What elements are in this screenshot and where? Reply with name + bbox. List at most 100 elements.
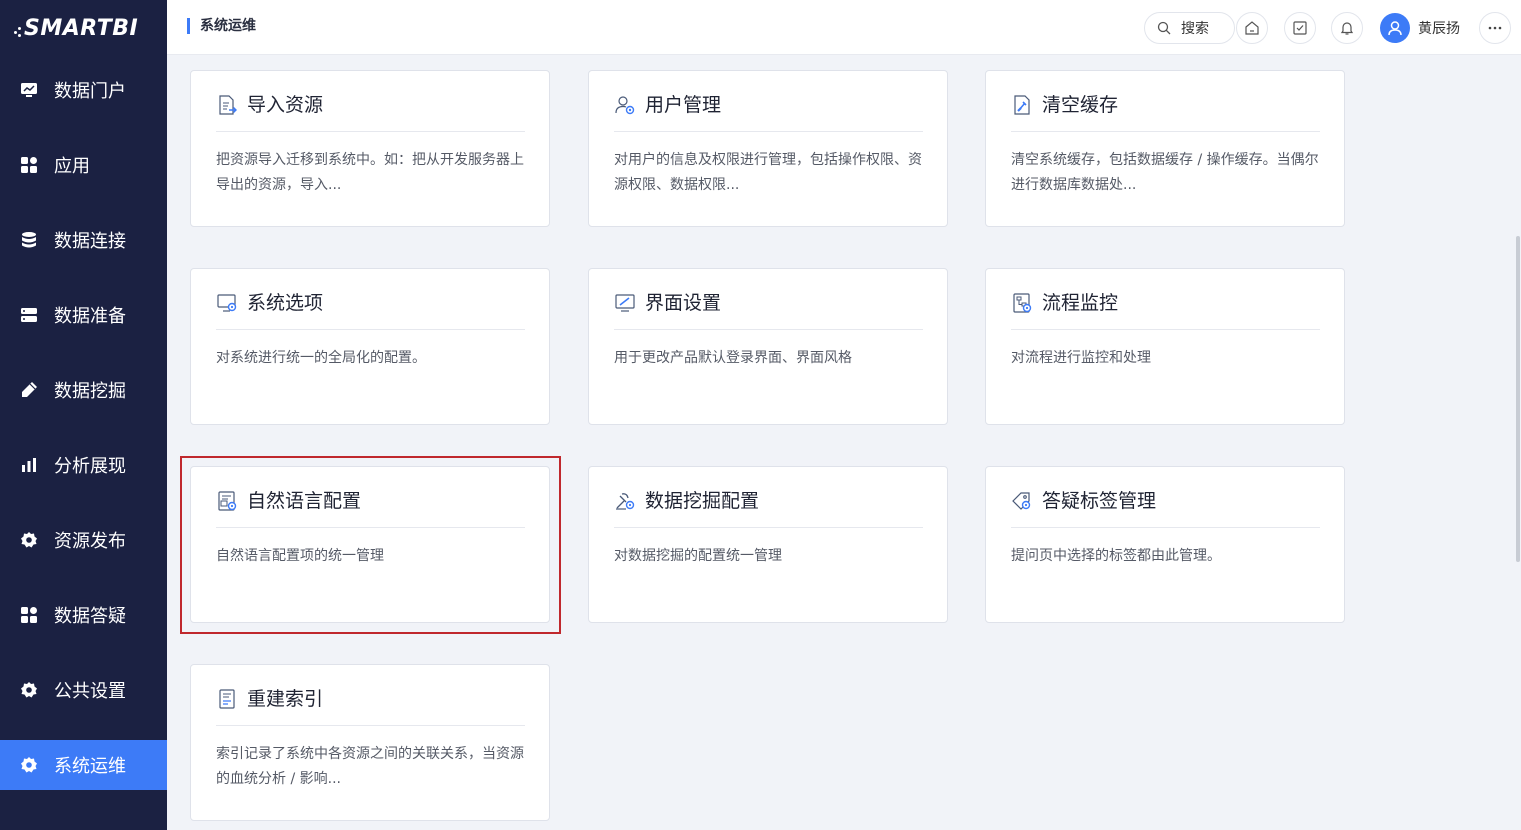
card-user-management[interactable]: 用户管理 对用户的信息及权限进行管理，包括操作权限、资源权限、数据权限... — [588, 70, 948, 227]
sidebar-item-label: 系统运维 — [54, 756, 126, 777]
sidebar-item-label: 资源发布 — [54, 531, 126, 552]
search-label: 搜索 — [1181, 21, 1209, 37]
card-tag-management[interactable]: 答疑标签管理 提问页中选择的标签都由此管理。 — [985, 466, 1345, 623]
sidebar-item-data-qa[interactable]: 数据答疑 — [0, 590, 167, 640]
tag-manage-icon — [1011, 490, 1033, 512]
checklist-icon — [1293, 21, 1307, 35]
system-options-icon — [216, 292, 238, 314]
card-nlp-config[interactable]: 自然语言配置 自然语言配置项的统一管理 — [190, 466, 550, 623]
sidebar-item-resource-publish[interactable]: 资源发布 — [0, 515, 167, 565]
pen-icon — [20, 381, 38, 399]
sidebar-item-system-ops[interactable]: 系统运维 — [0, 740, 167, 790]
vertical-scrollbar[interactable] — [1516, 236, 1520, 562]
smartbi-logo[interactable]: SMARTBI — [0, 0, 167, 56]
user-name: 黄辰扬 — [1418, 21, 1460, 37]
card-title: 流程监控 — [1042, 292, 1119, 314]
card-header: 自然语言配置 — [216, 489, 525, 528]
bell-icon — [1340, 22, 1354, 35]
card-header: 数据挖掘配置 — [614, 489, 923, 528]
more-icon — [1488, 26, 1502, 30]
home-icon — [1245, 21, 1259, 35]
card-title: 自然语言配置 — [247, 490, 362, 512]
sidebar-nav: 数据门户 应用 数据连接 数据准备 数据挖掘 分析展现 资源发布 数据答疑 公共… — [0, 65, 167, 815]
card-title: 系统选项 — [247, 292, 324, 314]
nlp-config-icon — [216, 490, 238, 512]
grid-icon — [20, 606, 38, 624]
card-description: 对用户的信息及权限进行管理，包括操作权限、资源权限、数据权限... — [614, 152, 922, 193]
monitor-icon — [20, 81, 38, 99]
logo-dots — [14, 25, 22, 39]
sidebar-item-label: 数据答疑 — [54, 606, 126, 627]
card-description: 自然语言配置项的统一管理 — [216, 548, 384, 564]
card-flow-monitor[interactable]: 流程监控 对流程进行监控和处理 — [985, 268, 1345, 425]
sidebar-item-data-mining[interactable]: 数据挖掘 — [0, 365, 167, 415]
home-button[interactable] — [1236, 12, 1268, 44]
card-header: 系统选项 — [216, 291, 525, 330]
card-title: 重建索引 — [247, 688, 324, 710]
card-header: 界面设置 — [614, 291, 923, 330]
gear-icon — [20, 756, 38, 774]
interface-settings-icon — [614, 292, 636, 314]
sidebar-item-label: 数据准备 — [54, 306, 126, 327]
sidebar-item-analysis[interactable]: 分析展现 — [0, 440, 167, 490]
sidebar-item-data-portal[interactable]: 数据门户 — [0, 65, 167, 115]
card-description: 对数据挖掘的配置统一管理 — [614, 548, 782, 564]
sidebar-item-label: 分析展现 — [54, 456, 126, 477]
card-description: 把资源导入迁移到系统中。如：把从开发服务器上导出的资源，导入... — [216, 152, 524, 193]
card-system-options[interactable]: 系统选项 对系统进行统一的全局化的配置。 — [190, 268, 550, 425]
page-title: 系统运维 — [187, 18, 256, 34]
card-header: 用户管理 — [614, 93, 923, 132]
card-description: 对系统进行统一的全局化的配置。 — [216, 350, 426, 366]
card-title: 用户管理 — [645, 94, 722, 116]
user-settings-icon — [614, 94, 636, 116]
gear-icon — [20, 681, 38, 699]
more-button[interactable] — [1479, 12, 1511, 44]
gear-icon — [20, 531, 38, 549]
card-mining-config[interactable]: 数据挖掘配置 对数据挖掘的配置统一管理 — [588, 466, 948, 623]
card-title: 数据挖掘配置 — [645, 490, 760, 512]
notifications-button[interactable] — [1331, 12, 1363, 44]
card-description: 用于更改产品默认登录界面、界面风格 — [614, 350, 852, 366]
sidebar: SMARTBI 数据门户 应用 数据连接 数据准备 数据挖掘 分析展现 资源发布… — [0, 0, 167, 830]
sidebar-item-data-prep[interactable]: 数据准备 — [0, 290, 167, 340]
sidebar-item-apps[interactable]: 应用 — [0, 140, 167, 190]
import-icon — [216, 94, 238, 116]
sidebar-item-data-connection[interactable]: 数据连接 — [0, 215, 167, 265]
sidebar-item-label: 应用 — [54, 156, 90, 177]
card-title: 导入资源 — [247, 94, 324, 116]
sidebar-item-public-settings[interactable]: 公共设置 — [0, 665, 167, 715]
tasks-button[interactable] — [1284, 12, 1316, 44]
avatar — [1380, 13, 1410, 43]
card-title: 界面设置 — [645, 292, 722, 314]
card-title: 清空缓存 — [1042, 94, 1119, 116]
card-import-resource[interactable]: 导入资源 把资源导入迁移到系统中。如：把从开发服务器上导出的资源，导入... — [190, 70, 550, 227]
card-header: 清空缓存 — [1011, 93, 1320, 132]
rebuild-index-icon — [216, 688, 238, 710]
search-icon — [1157, 21, 1171, 35]
card-interface-settings[interactable]: 界面设置 用于更改产品默认登录界面、界面风格 — [588, 268, 948, 425]
sidebar-item-label: 数据挖掘 — [54, 381, 126, 402]
sidebar-item-label: 数据连接 — [54, 231, 126, 252]
card-header: 重建索引 — [216, 687, 525, 726]
database-icon — [20, 231, 38, 249]
grid-icon — [20, 156, 38, 174]
card-description: 清空系统缓存，包括数据缓存 / 操作缓存。当偶尔进行数据库数据处... — [1011, 152, 1319, 193]
card-description: 对流程进行监控和处理 — [1011, 350, 1151, 366]
flow-monitor-icon — [1011, 292, 1033, 314]
mining-config-icon — [614, 490, 636, 512]
sidebar-item-label: 数据门户 — [54, 81, 126, 102]
top-header: 系统运维 搜索 黄辰扬 — [167, 0, 1521, 55]
search-button[interactable]: 搜索 — [1144, 12, 1235, 44]
card-description: 索引记录了系统中各资源之间的关联关系，当资源的血统分析 / 影响... — [216, 746, 524, 787]
user-icon — [1388, 21, 1402, 36]
user-menu[interactable]: 黄辰扬 — [1380, 12, 1460, 44]
sidebar-item-label: 公共设置 — [54, 681, 126, 702]
card-clear-cache[interactable]: 清空缓存 清空系统缓存，包括数据缓存 / 操作缓存。当偶尔进行数据库数据处... — [985, 70, 1345, 227]
card-header: 导入资源 — [216, 93, 525, 132]
bar-chart-icon — [20, 456, 38, 474]
card-title: 答疑标签管理 — [1042, 490, 1157, 512]
card-header: 流程监控 — [1011, 291, 1320, 330]
clear-cache-icon — [1011, 94, 1033, 116]
card-header: 答疑标签管理 — [1011, 489, 1320, 528]
card-rebuild-index[interactable]: 重建索引 索引记录了系统中各资源之间的关联关系，当资源的血统分析 / 影响... — [190, 664, 550, 821]
